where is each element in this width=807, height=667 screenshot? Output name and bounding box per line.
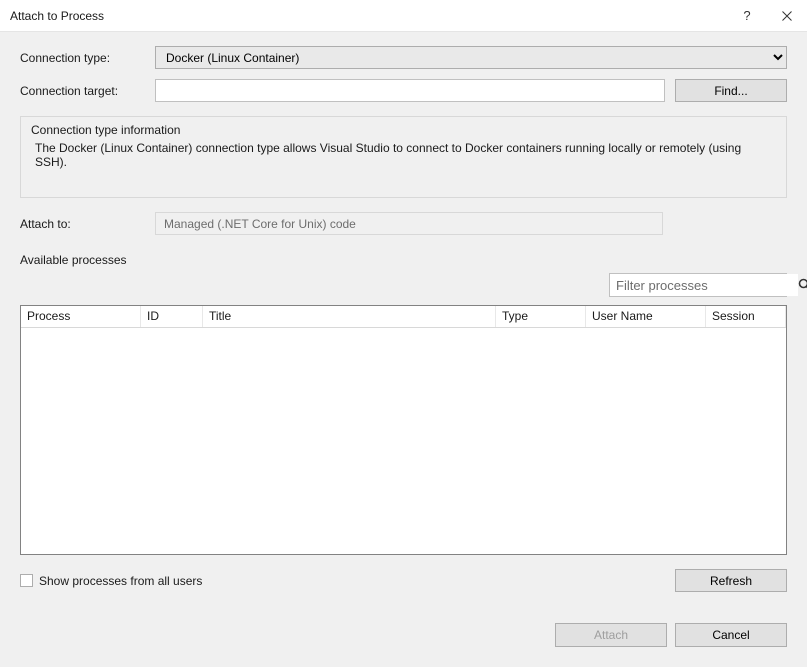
help-icon: ? — [743, 8, 750, 23]
attach-to-field: Managed (.NET Core for Unix) code — [155, 212, 663, 235]
col-header-id[interactable]: ID — [141, 306, 203, 327]
dialog-footer: Attach Cancel — [20, 603, 787, 647]
search-icon[interactable] — [798, 278, 807, 292]
window-title: Attach to Process — [10, 9, 727, 23]
filter-box[interactable]: ▾ — [609, 273, 787, 297]
dialog-body: Connection type: Docker (Linux Container… — [0, 32, 807, 667]
titlebar: Attach to Process ? — [0, 0, 807, 32]
attach-to-row: Attach to: Managed (.NET Core for Unix) … — [20, 212, 787, 235]
close-button[interactable] — [767, 0, 807, 32]
connection-info-group: Connection type information The Docker (… — [20, 116, 787, 198]
checkbox-box — [20, 574, 33, 587]
col-header-title[interactable]: Title — [203, 306, 496, 327]
connection-type-select[interactable]: Docker (Linux Container) — [155, 46, 787, 69]
available-processes-label: Available processes — [20, 253, 787, 267]
col-header-type[interactable]: Type — [496, 306, 586, 327]
connection-info-legend: Connection type information — [31, 123, 776, 137]
connection-target-input[interactable] — [155, 79, 665, 102]
help-button[interactable]: ? — [727, 0, 767, 32]
connection-type-label: Connection type: — [20, 51, 155, 65]
show-all-users-checkbox[interactable]: Show processes from all users — [20, 574, 202, 588]
process-grid[interactable]: Process ID Title Type User Name Session — [20, 305, 787, 555]
attach-to-label: Attach to: — [20, 217, 155, 231]
grid-body — [21, 328, 786, 554]
refresh-button[interactable]: Refresh — [675, 569, 787, 592]
cancel-button[interactable]: Cancel — [675, 623, 787, 647]
grid-header: Process ID Title Type User Name Session — [21, 306, 786, 328]
connection-target-label: Connection target: — [20, 84, 155, 98]
connection-target-row: Connection target: Find... — [20, 79, 787, 102]
attach-button: Attach — [555, 623, 667, 647]
col-header-user[interactable]: User Name — [586, 306, 706, 327]
connection-info-text: The Docker (Linux Container) connection … — [31, 141, 776, 169]
show-all-users-label: Show processes from all users — [39, 574, 202, 588]
filter-row: ▾ — [20, 273, 787, 297]
connection-type-row: Connection type: Docker (Linux Container… — [20, 46, 787, 69]
close-icon — [782, 11, 792, 21]
col-header-session[interactable]: Session — [706, 306, 786, 327]
below-grid-row: Show processes from all users Refresh — [20, 569, 787, 592]
attach-to-value: Managed (.NET Core for Unix) code — [164, 217, 356, 231]
find-button[interactable]: Find... — [675, 79, 787, 102]
filter-input[interactable] — [610, 274, 798, 296]
col-header-process[interactable]: Process — [21, 306, 141, 327]
